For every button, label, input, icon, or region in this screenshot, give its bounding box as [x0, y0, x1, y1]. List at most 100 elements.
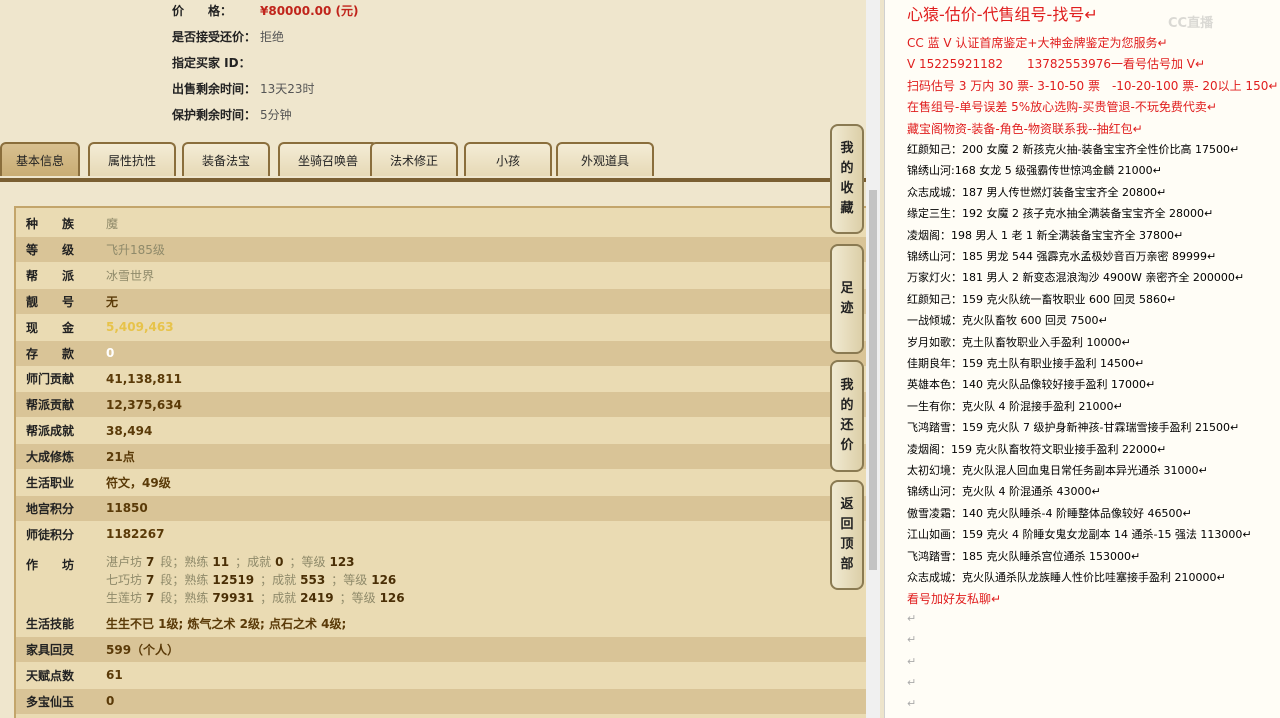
stat-row: 帮派成就 38,494: [16, 418, 866, 443]
note-line: 凌烟阁：159 克火队畜牧符文职业接手盈利 22000↵: [907, 442, 1167, 456]
scrollbar-thumb[interactable]: [869, 190, 877, 570]
info-label: 保护剩余时间：: [172, 108, 257, 122]
side-button-char: 的: [840, 161, 854, 176]
note-line: 众志成城：克火队通杀队龙族睡人性价比哇塞接手盈利 210000↵: [907, 571, 1226, 584]
stat-row: 帮派贡献 12,375,634: [16, 392, 866, 418]
stat-value: 无: [106, 294, 119, 309]
note-line: 锦绣山河：185 男龙 544 强霹克水孟极妙音百万亲密 89999↵: [907, 250, 1217, 263]
stat-row: 师门贡献 41,138,811: [16, 366, 866, 391]
workshop-field: 123: [329, 555, 355, 569]
stat-value: 41,138,811: [106, 371, 182, 386]
note-line: ↵: [907, 611, 917, 625]
tab-3[interactable]: 坐骑召唤兽: [278, 142, 378, 176]
stat-row: 帮 派 冰雪世界: [16, 263, 866, 288]
workshop-field: 7: [146, 573, 155, 587]
stat-label: 生活职业: [26, 476, 75, 490]
workshop-field: 126: [371, 573, 397, 587]
note-line: 心猿-估价-代售组号-找号↵: [907, 5, 1098, 24]
side-button-1[interactable]: 足迹: [830, 244, 864, 354]
side-button-2[interactable]: 我的还价: [830, 360, 864, 472]
workshop-field: 553: [300, 573, 326, 587]
note-line: 万家灯火：181 男人 2 新变态混浪淘沙 4900W 亲密齐全 200000↵: [907, 271, 1245, 285]
note-line: ↵: [907, 633, 917, 647]
workshop-field: 2419: [300, 591, 334, 605]
stat-value: 0: [106, 346, 115, 360]
tab-5[interactable]: 小孩: [464, 142, 552, 176]
info-row: 是否接受还价： 拒绝: [172, 28, 284, 45]
note-line: 凌烟阁：198 男人 1 老 1 新全满装备宝宝齐全 37800↵: [907, 228, 1184, 242]
workshop-field: ；成就: [260, 573, 297, 587]
tab-0[interactable]: 基本信息: [0, 142, 80, 176]
workshop-field: 生莲坊: [106, 591, 143, 605]
info-value: ¥80000.00 (元): [260, 4, 359, 18]
stat-label: 大成修炼: [26, 450, 75, 465]
stat-label: 存 款: [26, 346, 75, 361]
tab-6[interactable]: 外观道具: [556, 142, 654, 176]
stat-row: 师徒积分 1182267: [16, 522, 866, 547]
side-button-char: 我: [840, 378, 854, 393]
side-button-char: 藏: [840, 201, 854, 216]
note-line: 锦绣山河：克火队 4 阶混通杀 43000↵: [907, 485, 1101, 499]
side-button-char: 的: [840, 398, 854, 413]
note-line: 太初幻境：克火队混人回血鬼日常任务副本异光通杀 31000↵: [907, 464, 1208, 477]
note-line: 飞鸿踏雪：159 克火队 7 级护身新神孩-甘霖瑞雪接手盈利 21500↵: [907, 421, 1240, 435]
watermark-text: CC直播: [1168, 15, 1214, 31]
note-line: 锦绣山河:168 女龙 5 级强霸传世惊鸿金麟 21000↵: [907, 164, 1162, 178]
note-line: 红颜知己：200 女魔 2 新孩克火抽-装备宝宝齐全性价比高 17500↵: [907, 143, 1240, 156]
side-button-char: 还: [840, 418, 854, 433]
side-button-char: 顶: [840, 537, 854, 552]
note-line: 江山如画：159 克火 4 阶睡女鬼女龙副本 14 通杀-15 强法 11300…: [907, 528, 1252, 542]
tab-divider: [0, 178, 866, 182]
note-line: ↵: [907, 654, 917, 668]
stat-label: 地宫积分: [26, 501, 75, 516]
note-line: 傲雪凌霜：140 克火队睡杀-4 阶睡整体品像较好 46500↵: [907, 506, 1192, 520]
vertical-scrollbar[interactable]: [866, 0, 880, 718]
info-label: 价 格：: [172, 4, 233, 18]
note-line: 扫码估号 3 万内 30 票- 3-10-50 票 -10-20-100 票- …: [907, 78, 1279, 93]
note-line: 佳期良年：159 克土队有职业接手盈利 14500↵: [907, 357, 1145, 370]
stat-value: 0: [106, 694, 115, 709]
stat-value: 61: [106, 668, 123, 683]
side-button-char: 收: [840, 181, 854, 196]
workshop-field: ；等级: [331, 573, 368, 587]
stat-value: 5,409,463: [106, 320, 174, 335]
note-line: 看号加好友私聊↵: [907, 592, 1002, 607]
stat-label: 种 族: [26, 217, 75, 231]
tab-1[interactable]: 属性抗性: [88, 142, 176, 176]
workshop-line: 湛卢坊 7 段；熟练 11 ；成就 0 ；等级 123: [106, 553, 361, 570]
watermark-logo: CC直播: [1168, 6, 1274, 36]
workshop-line: 七巧坊 7 段；熟练 12519 ；成就 553 ；等级 126: [106, 571, 402, 588]
side-button-char: 迹: [840, 301, 854, 316]
stat-row: 家具回灵 599（个人）: [16, 636, 866, 662]
stat-row: 大成修炼 21点: [16, 444, 866, 470]
note-line: 一生有你：克火队 4 阶混接手盈利 21000↵: [907, 399, 1123, 413]
info-row: 出售剩余时间： 13天23时: [172, 80, 315, 97]
note-line: 在售组号-单号误差 5%放心选购-买贵管退-不玩免费代卖↵: [907, 100, 1217, 115]
stat-value: 飞升185级: [106, 242, 165, 257]
stat-label: 帮派贡献: [26, 398, 75, 413]
note-line: ↵: [907, 676, 917, 689]
stat-label: 多宝仙玉: [26, 694, 75, 709]
stat-row: 现 金 5,409,463: [16, 315, 866, 340]
stat-value: 599（个人）: [106, 642, 180, 657]
stat-row: 生活职业 符文，49级: [16, 470, 866, 495]
note-line: 岁月如歌：克土队畜牧职业入手盈利 10000↵: [907, 335, 1131, 349]
tab-2[interactable]: 装备法宝: [182, 142, 270, 176]
stat-value: 1182267: [106, 527, 165, 542]
workshop-field: 0: [275, 555, 284, 569]
workshop-field: ；成就: [235, 555, 272, 569]
info-label: 指定买家 ID：: [172, 56, 251, 70]
info-label: 是否接受还价：: [172, 30, 257, 44]
tab-4[interactable]: 法术修正: [370, 142, 458, 176]
workshop-field: 段；熟练: [160, 555, 209, 569]
side-button-char: 价: [840, 438, 854, 453]
stat-label: 师门贡献: [26, 372, 75, 387]
workshop-field: 段；熟练: [160, 591, 209, 605]
stat-value: 魔: [106, 217, 119, 231]
side-button-3[interactable]: 返回顶部: [830, 480, 864, 590]
side-button-0[interactable]: 我的收藏: [830, 124, 864, 234]
stat-value: 11850: [106, 501, 148, 516]
stat-value: 生生不已 1级; 炼气之术 2级; 点石之术 4级;: [106, 617, 347, 631]
info-label: 出售剩余时间：: [172, 82, 257, 96]
note-line: 飞鸿踏雪：185 克火队睡杀宫位通杀 153000↵: [907, 549, 1141, 563]
